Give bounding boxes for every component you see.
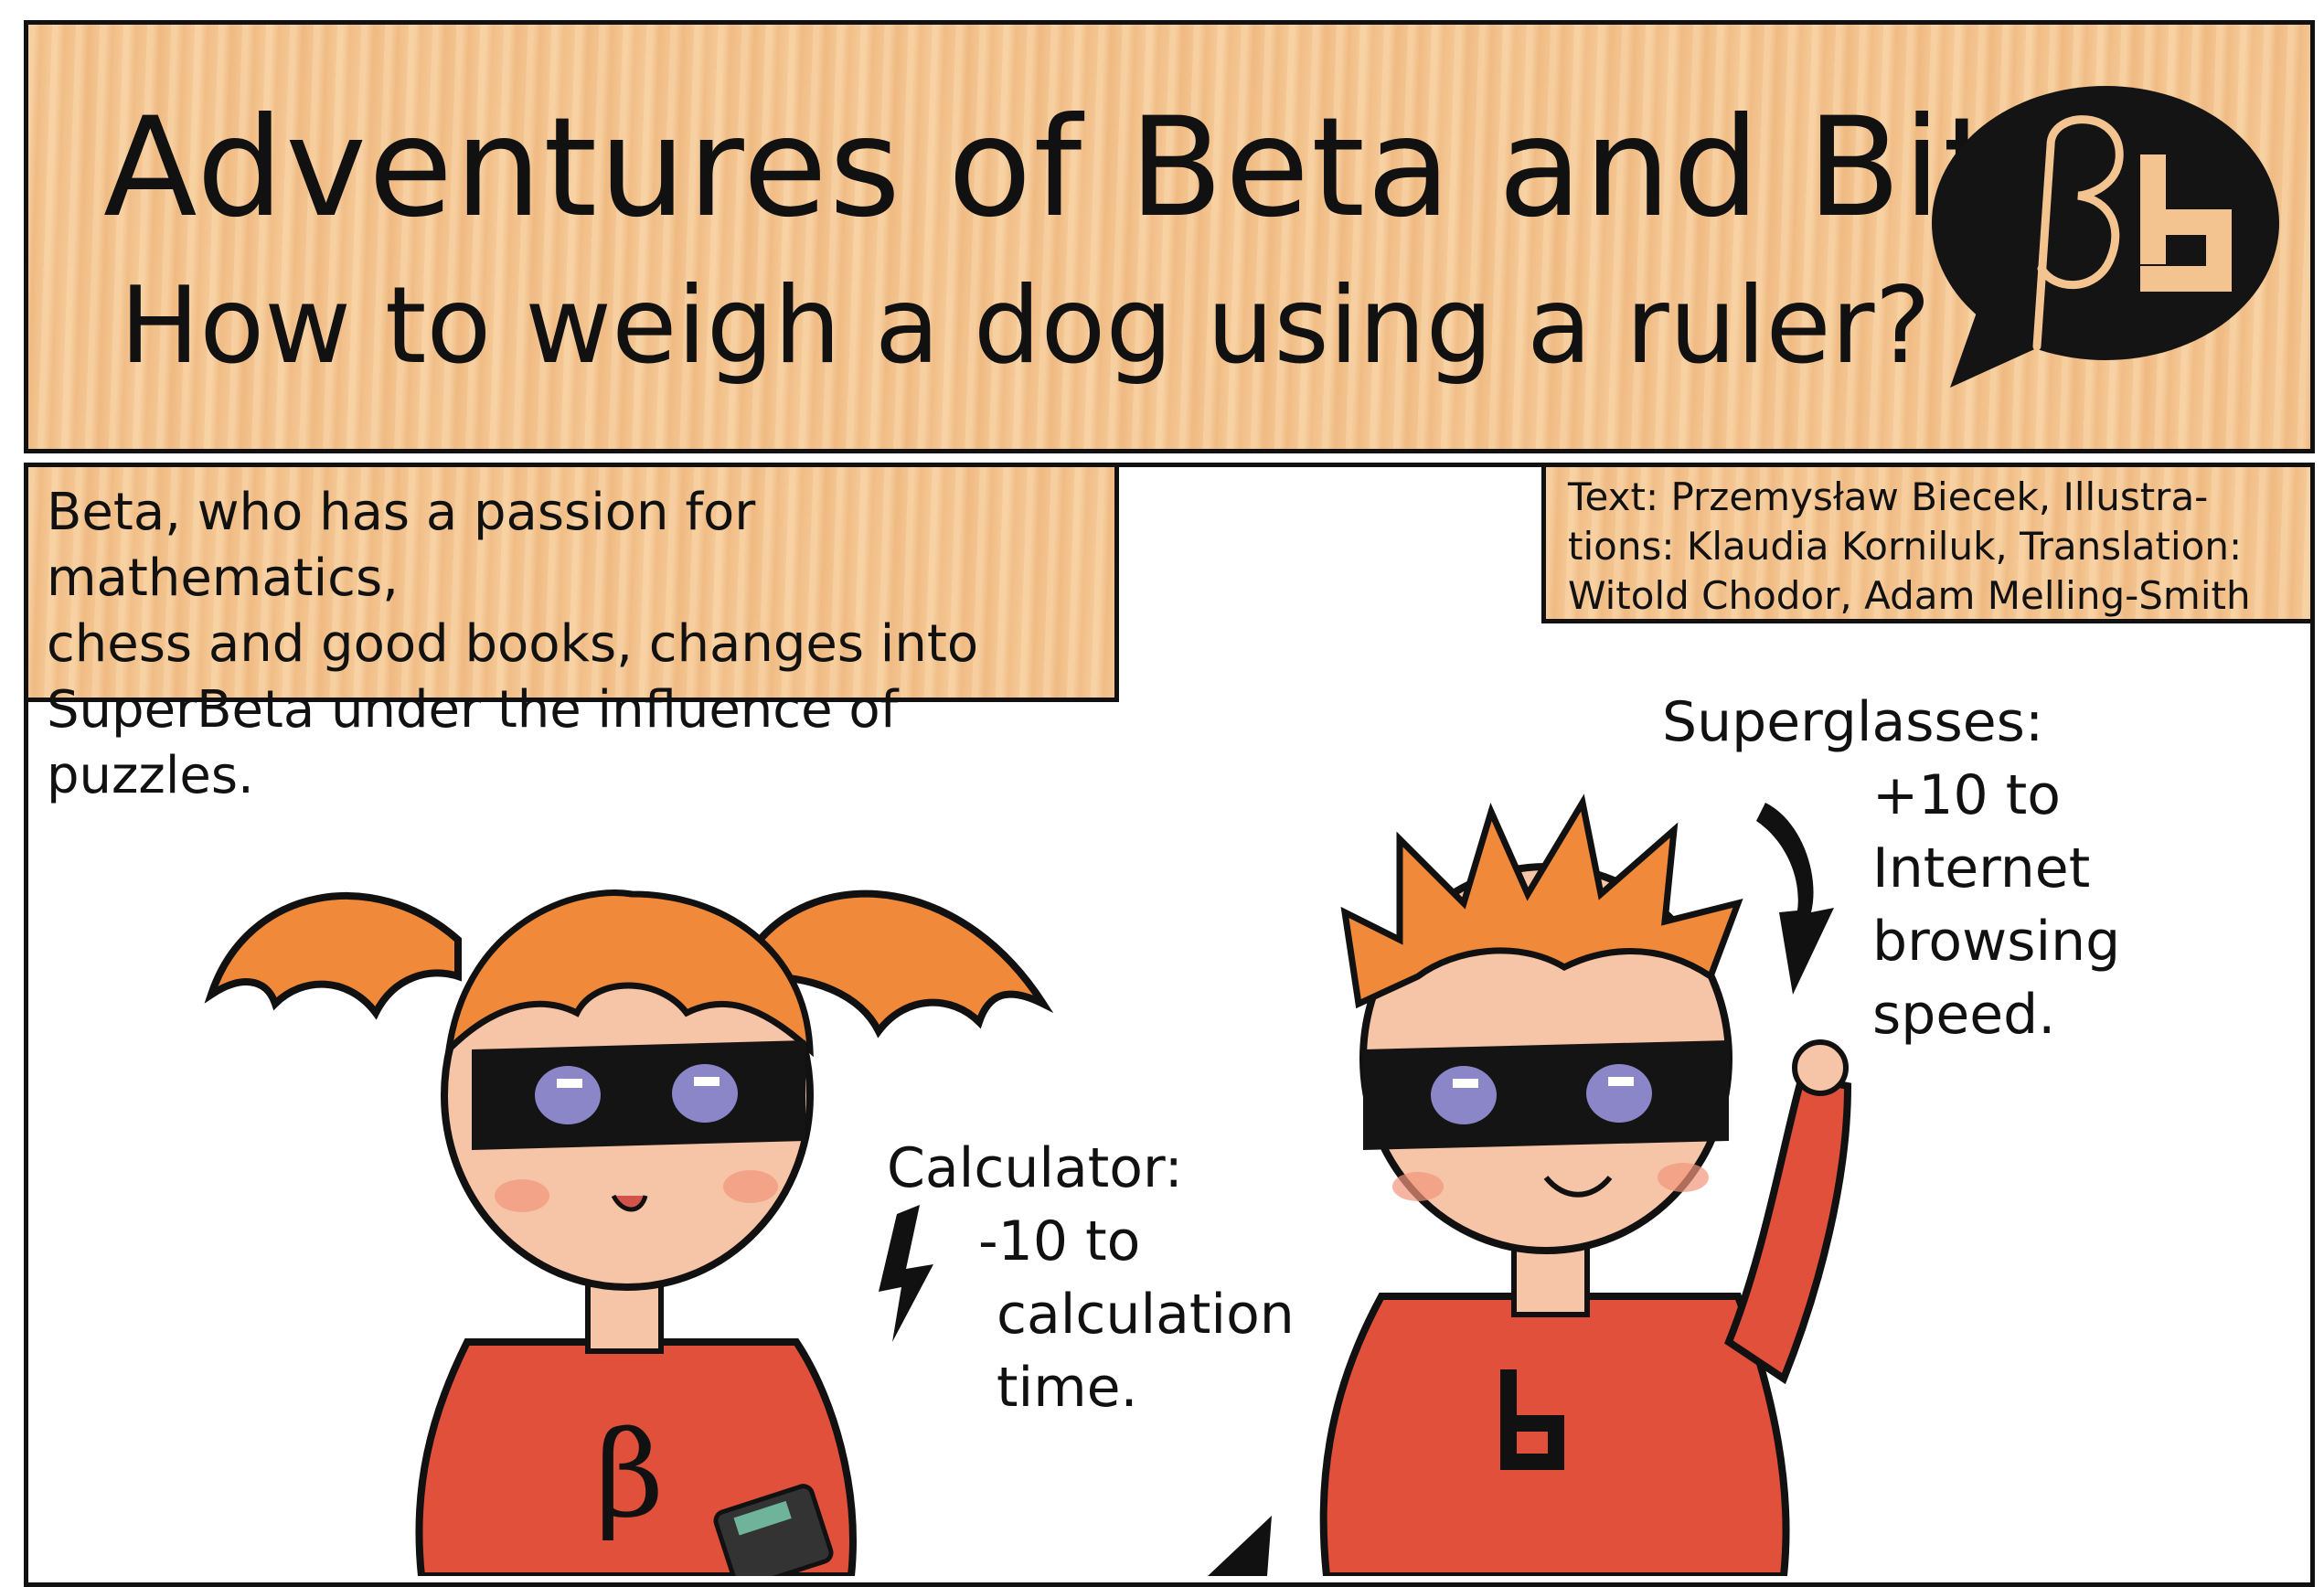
calculator-line: calculation <box>997 1283 1295 1347</box>
credits-box: Text: Przemysław Biecek, Illustra- tions… <box>1541 463 2315 623</box>
beta-bit-logo <box>1932 86 2279 388</box>
calculator-caption: Calculator: -10 to calculation time. <box>887 1132 1295 1424</box>
comic-subtitle: How to weigh a dog using a ruler? <box>120 264 1932 388</box>
superglasses-line: Internet <box>1872 836 2091 900</box>
intro-caption-box: Beta, who has a passion for mathematics,… <box>24 463 1119 805</box>
superglasses-line: browsing <box>1872 910 2121 974</box>
superglasses-caption: Superglasses: +10 to Internet browsing s… <box>1662 686 2120 1051</box>
superglasses-line: +10 to <box>1872 763 2061 827</box>
calculator-label: Calculator: <box>887 1136 1183 1200</box>
title-panel: Adventures of Beta and Bit How to weigh … <box>24 20 2315 453</box>
credits-line: Witold Chodor, Adam Melling-Smith <box>1568 573 2251 618</box>
intro-line: Beta, who has a passion for mathematics, <box>47 483 756 608</box>
superglasses-label: Superglasses: <box>1662 690 2044 754</box>
credits-line: tions: Klaudia Korniluk, Translation: <box>1568 524 2243 569</box>
calculator-line: -10 to <box>978 1209 1141 1273</box>
comic-title: Adventures of Beta and Bit <box>103 89 1999 248</box>
arrow-fragment <box>1208 1516 1272 1576</box>
calculator-line: time. <box>997 1356 1138 1420</box>
svg-text:β: β <box>595 1405 664 1544</box>
credits-line: Text: Przemysław Biecek, Illustra- <box>1568 474 2209 519</box>
intro-line: chess and good books, changes into <box>47 614 979 674</box>
superglasses-line: speed. <box>1872 983 2056 1047</box>
